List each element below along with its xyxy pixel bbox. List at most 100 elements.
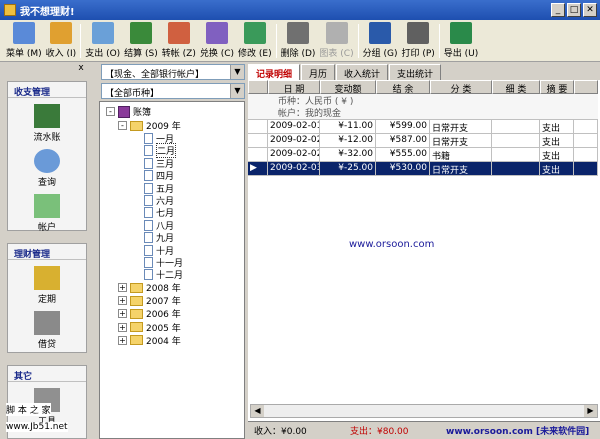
settle-button[interactable]: 结算 (S) [122, 21, 160, 61]
table-cell: ¥-11.00 [320, 120, 376, 134]
table-cell [492, 134, 540, 148]
export-icon [450, 22, 472, 44]
group-button[interactable]: 分组 (G) [361, 21, 400, 61]
folder-icon [130, 120, 143, 131]
menu-icon [12, 22, 35, 44]
table-cell: 2009-02-02 [268, 134, 320, 148]
table-cell: ¥555.00 [376, 148, 430, 162]
tree-month-item[interactable]: 七月 [144, 206, 174, 219]
month-document-icon [144, 170, 153, 182]
tree-month-item[interactable]: 十二月 [144, 268, 183, 281]
tree-month-item[interactable]: 三月 [144, 157, 174, 170]
tree-month-item[interactable]: 六月 [144, 194, 174, 207]
title-bar: 我不想理财! _ □ ✕ [0, 0, 600, 20]
expense-total: 支出：¥80.00 [350, 427, 409, 437]
table-cell: ¥-32.00 [320, 148, 376, 162]
column-header[interactable]: 结 余 [376, 80, 430, 94]
month-document-icon [144, 133, 153, 144]
month-document-icon [144, 219, 153, 231]
scroll-right-icon[interactable]: ▶ [584, 405, 597, 417]
table-row[interactable]: 2009-02-01 ¥-11.00 ¥599.00 日常开支 支出 [248, 120, 598, 134]
chart-button[interactable]: 图表 (C) [317, 21, 355, 61]
table-row[interactable]: 2009-02-02 ¥-32.00 ¥555.00 书籍 支出 [248, 148, 598, 162]
column-header[interactable]: 摘 要 [540, 80, 574, 94]
tree-year-item[interactable]: +2006 年 [118, 307, 181, 320]
tree-month-item[interactable]: 二月 [144, 143, 177, 159]
expand-icon[interactable]: + [118, 322, 127, 332]
nav-deposit[interactable]: 定期 [8, 266, 86, 305]
tree-month-item[interactable]: 四月 [144, 169, 174, 182]
tree-year-item[interactable]: +2007 年 [118, 294, 181, 307]
table-cell: 2009-02-01 [268, 120, 320, 134]
expense-button[interactable]: 支出 (O) [83, 21, 122, 61]
horizontal-scrollbar[interactable]: ◀ ▶ [250, 404, 598, 418]
month-document-icon [144, 244, 153, 256]
transfer-button[interactable]: 转帐 (Z) [160, 21, 198, 61]
table-cell: ¥-12.00 [320, 134, 376, 148]
close-button[interactable]: ✕ [583, 3, 597, 17]
window-title: 我不想理财! [20, 6, 75, 18]
tree-root[interactable]: - 账簿 [106, 105, 151, 118]
nav-journal[interactable]: 流水账 [8, 104, 86, 143]
tab-item[interactable]: 记录明细 [248, 64, 301, 80]
tree-year-2009[interactable]: -2009 年 [118, 119, 181, 132]
chart-icon [325, 22, 348, 44]
column-header[interactable]: 细 类 [492, 80, 540, 94]
minimize-button[interactable]: _ [551, 3, 565, 17]
left-navigation: x 收支管理 流水账 查询 帐户 理财管理 定期 借贷 其它 工具 [4, 63, 89, 439]
tab-item[interactable]: 月历 [301, 64, 336, 80]
tree-year-item[interactable]: +2004 年 [118, 334, 181, 347]
finance-group: 理财管理 定期 借贷 [7, 243, 87, 353]
account-filter-select[interactable]: 【现金、全部银行帐户】 ▼ [101, 64, 245, 80]
close-panel-button[interactable]: x [74, 63, 88, 75]
tree-month-item[interactable]: 十一月 [144, 256, 183, 269]
collapse-icon[interactable]: - [118, 121, 127, 130]
income-icon [49, 22, 72, 44]
table-cell: 支出 [540, 120, 574, 134]
export-button[interactable]: 导出 (U) [442, 21, 480, 61]
table-row[interactable]: ▶ 2009-02-03 ¥-25.00 ¥530.00 日常开支 支出 [248, 162, 598, 176]
income-button[interactable]: 收入 (I) [44, 21, 79, 61]
folder-icon [130, 322, 143, 333]
currency-filter-select[interactable]: 【全部币种】 ▼ [101, 83, 245, 99]
table-row[interactable]: 2009-02-02 ¥-12.00 ¥587.00 日常开支 支出 [248, 134, 598, 148]
table-cell: 2009-02-02 [268, 148, 320, 162]
expand-icon[interactable]: + [118, 309, 127, 319]
tree-month-item[interactable]: 八月 [144, 219, 174, 232]
exchange-button[interactable]: 兑换 (C) [198, 21, 236, 61]
tab-item[interactable]: 收入统计 [336, 64, 389, 80]
tree-year-item[interactable]: +2008 年 [118, 281, 181, 294]
table-cell: 支出 [540, 134, 574, 148]
chevron-down-icon: ▼ [230, 65, 244, 79]
coins-icon [34, 266, 60, 290]
month-document-icon [144, 269, 153, 281]
window-controls: _ □ ✕ [551, 3, 597, 17]
delete-button[interactable]: 删除 (D) [279, 21, 318, 61]
column-header[interactable]: 变动额 [320, 80, 376, 94]
nav-loan[interactable]: 借贷 [8, 311, 86, 350]
tree-year-item[interactable]: +2005 年 [118, 321, 181, 334]
ledger-tree: - 账簿 -2009 年一月 二月 三月 四月 五月 六月 七月 八月 九月 十月 十一月 十二月 +200… [99, 101, 245, 439]
nav-account[interactable]: 帐户 [8, 194, 86, 233]
folder-icon [130, 335, 143, 346]
table-cell: ¥-25.00 [320, 162, 376, 176]
expand-icon[interactable]: + [118, 296, 127, 306]
expand-icon[interactable]: + [118, 283, 127, 292]
settle-icon [129, 22, 152, 44]
menu-button[interactable]: 菜单 (M) [4, 21, 44, 61]
tree-month-item[interactable]: 九月 [144, 231, 174, 244]
main-toolbar: 菜单 (M) 收入 (I) 支出 (O) 结算 (S) 转帐 (Z) 兑换 (C) 修改 (… [0, 20, 600, 62]
print-button[interactable]: 打印 (P) [399, 21, 436, 61]
nav-query[interactable]: 查询 [8, 149, 86, 188]
row-marker [248, 148, 268, 162]
edit-button[interactable]: 修改 (E) [236, 21, 274, 61]
maximize-button[interactable]: □ [567, 3, 581, 17]
tab-item[interactable]: 支出统计 [389, 64, 442, 80]
collapse-icon[interactable]: - [106, 107, 115, 116]
scroll-left-icon[interactable]: ◀ [251, 405, 264, 417]
tree-month-item[interactable]: 五月 [144, 182, 174, 195]
column-header[interactable]: 日 期 [268, 80, 320, 94]
column-header[interactable]: 分 类 [430, 80, 492, 94]
expand-icon[interactable]: + [118, 335, 127, 345]
tree-month-item[interactable]: 十月 [144, 244, 174, 257]
